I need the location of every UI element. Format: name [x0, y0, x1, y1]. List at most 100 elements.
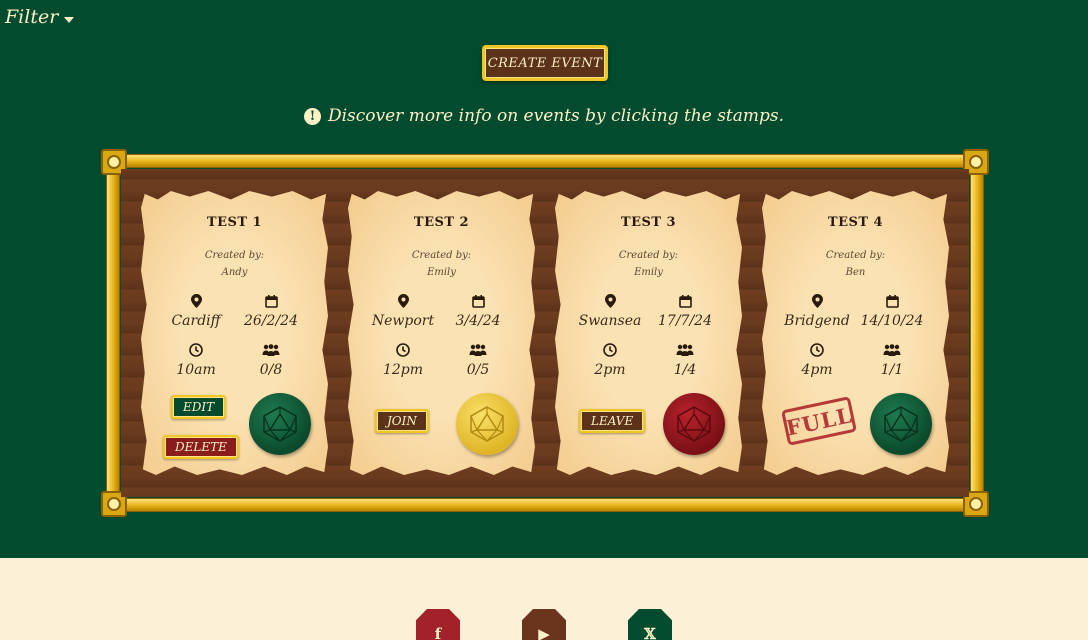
location-value: Bridgend	[784, 313, 850, 329]
location-value: Cardiff	[171, 313, 221, 329]
d20-icon	[470, 406, 504, 442]
date-value: 3/4/24	[455, 313, 501, 329]
d20-icon	[884, 406, 918, 442]
event-creator: Created by: Ben	[762, 247, 949, 281]
event-location: Cardiff	[161, 293, 231, 329]
info-hint: ! Discover more info on events by clicki…	[0, 106, 1088, 126]
date-value: 14/10/24	[860, 313, 924, 329]
edit-label: EDIT	[173, 397, 225, 417]
create-event-button[interactable]: CREATE EVENT	[482, 45, 608, 81]
x-link[interactable]: 𝕏	[628, 609, 672, 640]
event-location: Newport	[368, 293, 438, 329]
time-value: 10am	[176, 362, 216, 378]
calendar-icon	[236, 293, 306, 309]
event-time: 10am	[161, 342, 231, 378]
clock-icon	[782, 342, 852, 358]
wax-seal-stamp[interactable]	[870, 393, 932, 455]
event-title: TEST 2	[413, 215, 470, 230]
time-value: 4pm	[801, 362, 833, 378]
attendees-value: 0/5	[466, 362, 490, 378]
delete-label: DELETE	[165, 437, 237, 457]
frame-rail-left	[106, 159, 120, 507]
users-icon	[236, 342, 306, 358]
frame-rail-top	[111, 154, 979, 168]
frame-rail-bottom	[111, 498, 979, 512]
attendees-value: 0/8	[259, 362, 283, 378]
creator-name: Andy	[221, 267, 248, 278]
event-title: TEST 1	[206, 215, 263, 230]
chevron-down-icon	[64, 16, 75, 23]
event-card: TEST 4 Created by: Ben Bridgend 14/10/24…	[762, 191, 949, 475]
leave-button[interactable]: LEAVE	[579, 409, 646, 433]
event-time: 12pm	[368, 342, 438, 378]
join-button[interactable]: JOIN	[375, 409, 429, 433]
attendees-value: 1/1	[880, 362, 904, 378]
event-creator: Created by: Emily	[348, 247, 535, 281]
event-title: TEST 3	[620, 215, 677, 230]
edit-button[interactable]: EDIT	[171, 395, 227, 419]
time-value: 2pm	[594, 362, 626, 378]
event-time: 2pm	[575, 342, 645, 378]
clock-icon	[161, 342, 231, 358]
calendar-icon	[443, 293, 513, 309]
creator-name: Emily	[634, 267, 663, 278]
event-date: 3/4/24	[443, 293, 513, 329]
d20-icon	[677, 406, 711, 442]
calendar-icon	[857, 293, 927, 309]
attendees-value: 1/4	[673, 362, 697, 378]
footer: f ▶ 𝕏	[0, 558, 1088, 640]
created-by-label: Created by:	[411, 250, 472, 261]
map-pin-icon	[368, 293, 438, 309]
location-value: Swansea	[578, 313, 642, 329]
wax-seal-stamp[interactable]	[663, 393, 725, 455]
join-label: JOIN	[377, 411, 427, 431]
users-icon	[650, 342, 720, 358]
x-icon: 𝕏	[644, 625, 656, 640]
info-text: Discover more info on events by clicking…	[327, 106, 785, 126]
users-icon	[443, 342, 513, 358]
creator-name: Ben	[845, 267, 866, 278]
youtube-link[interactable]: ▶	[522, 609, 566, 640]
wax-seal-stamp[interactable]	[456, 393, 518, 455]
date-value: 26/2/24	[244, 313, 298, 329]
created-by-label: Created by:	[825, 250, 886, 261]
time-value: 12pm	[382, 362, 424, 378]
facebook-icon: f	[434, 625, 442, 640]
frame-rail-right	[970, 159, 984, 507]
youtube-icon: ▶	[538, 625, 550, 640]
exclamation-circle-icon: !	[303, 107, 321, 125]
event-location: Swansea	[575, 293, 645, 329]
creator-name: Emily	[427, 267, 456, 278]
event-attendees: 1/4	[650, 342, 720, 378]
event-title: TEST 4	[827, 215, 884, 230]
calendar-icon	[650, 293, 720, 309]
event-creator: Created by: Andy	[141, 247, 328, 281]
event-time: 4pm	[782, 342, 852, 378]
event-date: 14/10/24	[857, 293, 927, 329]
facebook-link[interactable]: f	[416, 609, 460, 640]
users-icon	[857, 342, 927, 358]
event-board: TEST 1 Created by: Andy Cardiff 26/2/24 …	[101, 149, 989, 517]
created-by-label: Created by:	[204, 250, 265, 261]
wax-seal-stamp[interactable]	[249, 393, 311, 455]
event-attendees: 1/1	[857, 342, 927, 378]
event-creator: Created by: Emily	[555, 247, 742, 281]
delete-button[interactable]: DELETE	[163, 435, 239, 459]
d20-icon	[263, 406, 297, 442]
map-pin-icon	[782, 293, 852, 309]
event-card: TEST 3 Created by: Emily Swansea 17/7/24…	[555, 191, 742, 475]
clock-icon	[575, 342, 645, 358]
event-date: 26/2/24	[236, 293, 306, 329]
date-value: 17/7/24	[658, 313, 712, 329]
created-by-label: Created by:	[618, 250, 679, 261]
event-date: 17/7/24	[650, 293, 720, 329]
wood-panel: TEST 1 Created by: Andy Cardiff 26/2/24 …	[121, 169, 969, 497]
event-attendees: 0/5	[443, 342, 513, 378]
leave-label: LEAVE	[581, 411, 644, 431]
event-card: TEST 2 Created by: Emily Newport 3/4/24 …	[348, 191, 535, 475]
event-card: TEST 1 Created by: Andy Cardiff 26/2/24 …	[141, 191, 328, 475]
filter-dropdown[interactable]: Filter	[5, 6, 75, 28]
location-value: Newport	[371, 313, 435, 329]
create-event-label: CREATE EVENT	[485, 48, 605, 78]
filter-label: Filter	[5, 6, 59, 28]
